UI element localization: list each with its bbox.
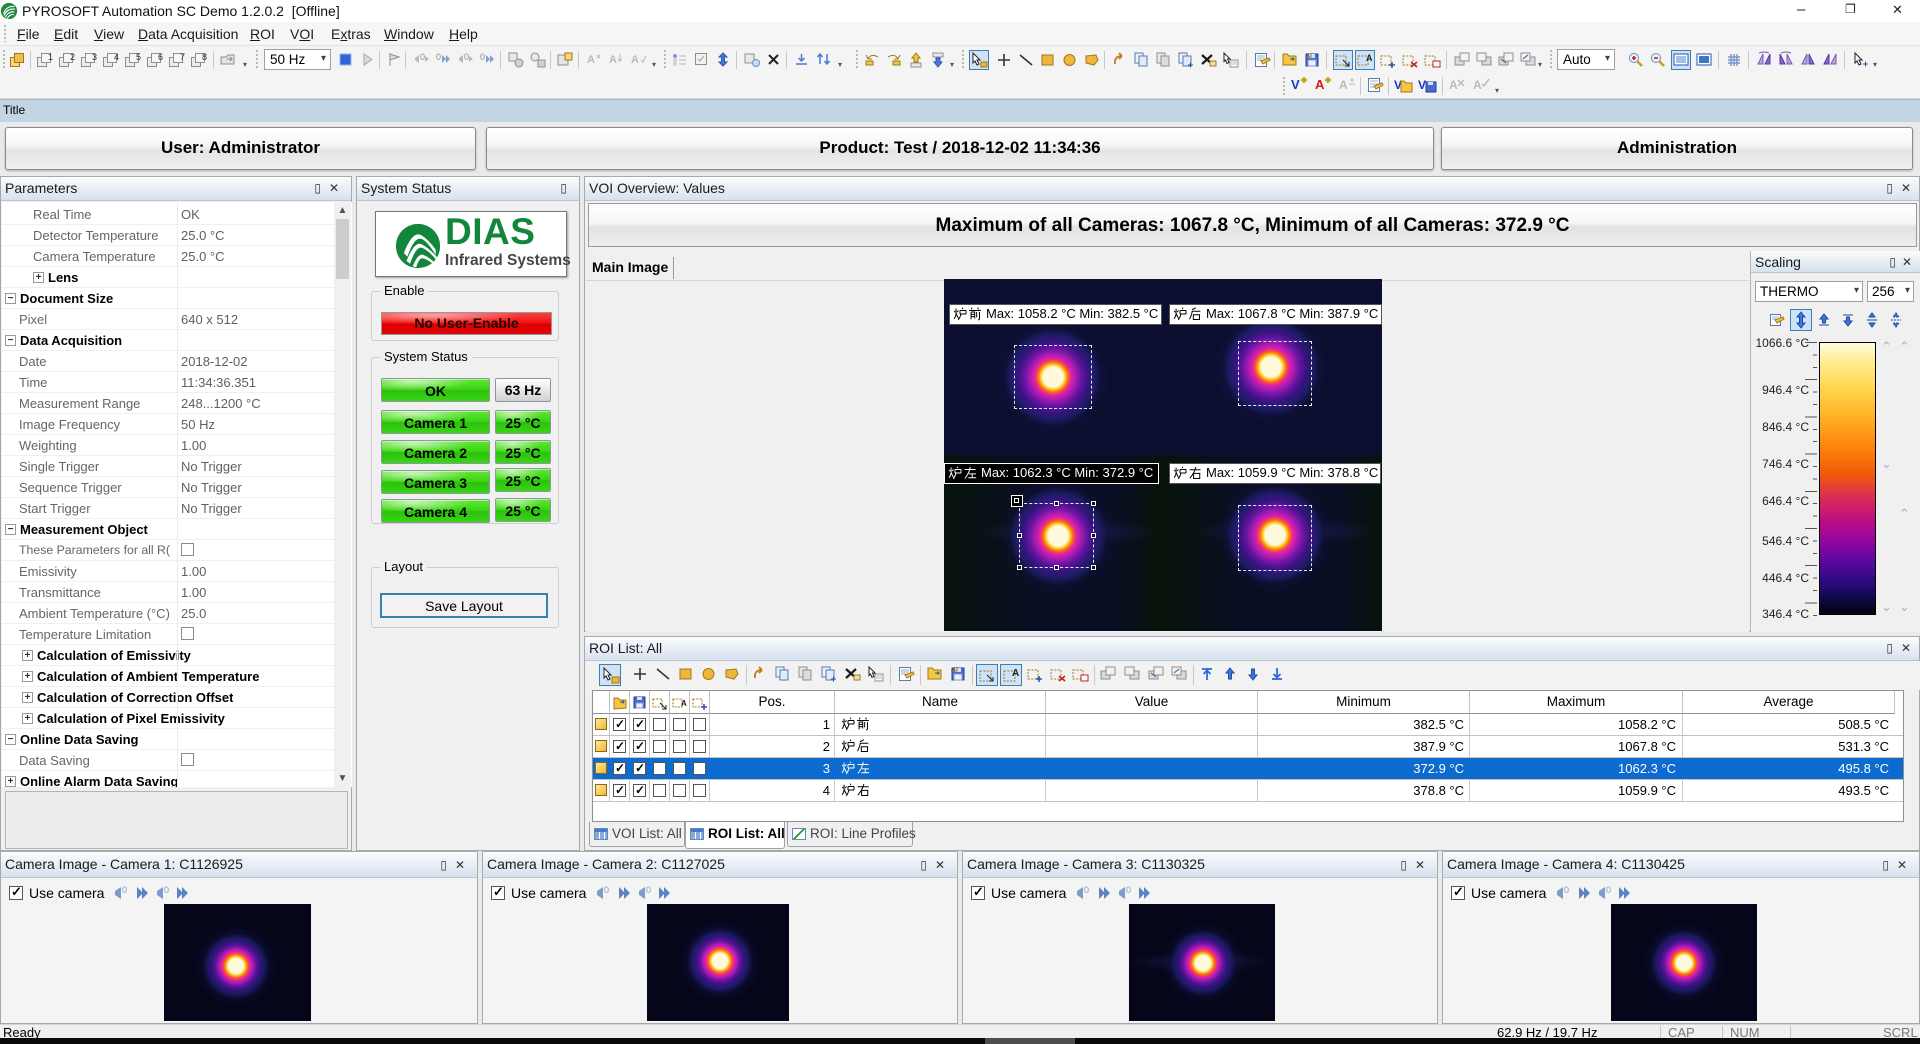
svg-text:A: A <box>631 54 639 66</box>
svg-text:V: V <box>1291 77 1300 92</box>
svg-text:4: 4 <box>114 52 119 62</box>
svg-text:A: A <box>1315 77 1325 92</box>
svg-text:0: 0 <box>122 885 127 895</box>
svg-text:0: 0 <box>604 885 609 895</box>
svg-text:A: A <box>1012 668 1019 679</box>
svg-text:3: 3 <box>92 52 97 62</box>
svg-text:0: 0 <box>1084 885 1089 895</box>
svg-text:A: A <box>1449 78 1458 92</box>
svg-text:8: 8 <box>202 52 207 62</box>
svg-text:2: 2 <box>70 52 75 62</box>
svg-text:0: 0 <box>436 52 441 62</box>
svg-text:0: 0 <box>420 52 425 62</box>
svg-text:5: 5 <box>136 52 141 62</box>
svg-text:0: 0 <box>1126 885 1131 895</box>
svg-text:A: A <box>1366 53 1373 63</box>
svg-text:A: A <box>587 54 595 66</box>
svg-text:6: 6 <box>158 52 163 62</box>
svg-text:0: 0 <box>464 52 469 62</box>
svg-text:0: 0 <box>1606 885 1611 895</box>
svg-text:A: A <box>1473 78 1482 92</box>
svg-text:A: A <box>1339 78 1348 92</box>
svg-text:0: 0 <box>1564 885 1569 895</box>
svg-text:A: A <box>609 54 617 66</box>
svg-text:7: 7 <box>180 52 185 62</box>
svg-text:A: A <box>681 699 687 708</box>
svg-text:1: 1 <box>48 52 53 62</box>
svg-text:0: 0 <box>480 52 485 62</box>
svg-text:V: V <box>1418 78 1426 92</box>
svg-text:0: 0 <box>164 885 169 895</box>
svg-text:0: 0 <box>646 885 651 895</box>
